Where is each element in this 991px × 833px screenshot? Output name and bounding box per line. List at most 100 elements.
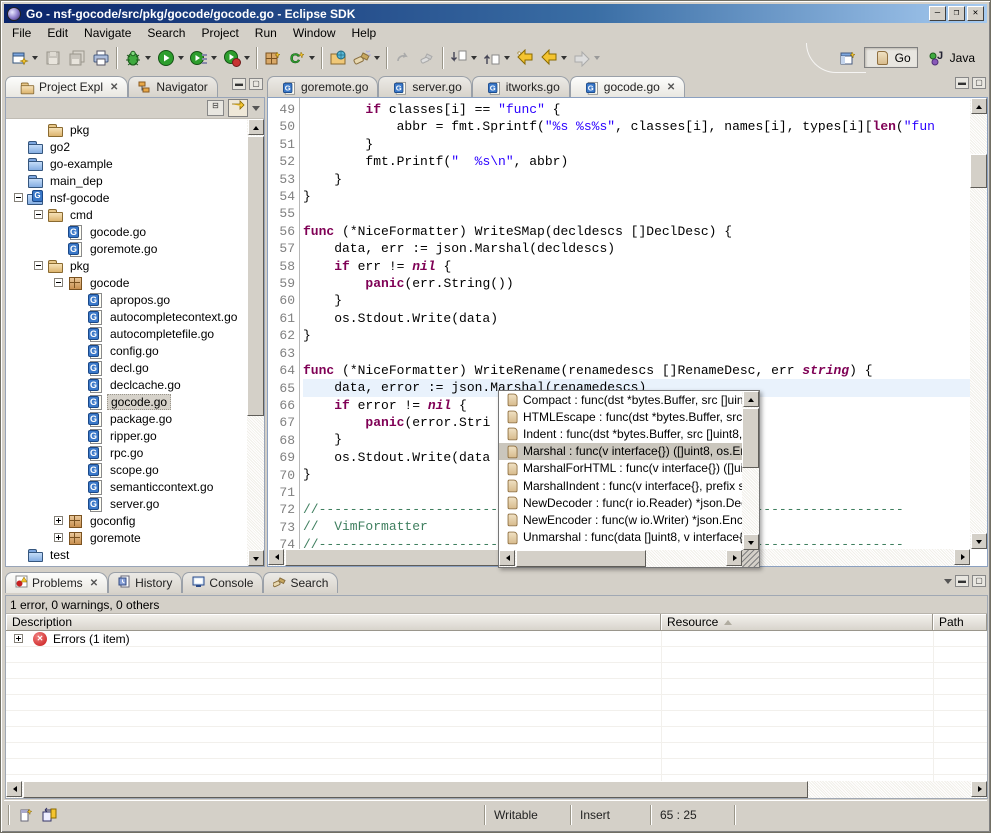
open-resource-button[interactable] (326, 46, 350, 70)
menu-window[interactable]: Window (285, 24, 344, 42)
editor-tab-gocode-go[interactable]: gocode.go✕ (570, 76, 685, 97)
problems-view-menu[interactable] (944, 579, 952, 584)
title-bar[interactable]: Go - nsf-gocode/src/pkg/gocode/gocode.go… (4, 4, 987, 23)
completion-item[interactable]: Unmarshal : func(data []uint8, v interfa… (499, 529, 742, 546)
collapse-icon[interactable] (54, 278, 63, 287)
problems-row-errors[interactable]: Errors (1 item) (6, 631, 987, 647)
scroll-right-arrow[interactable] (954, 549, 970, 565)
go-perspective-button[interactable]: Go (864, 47, 918, 68)
scroll-down-arrow[interactable] (971, 533, 987, 549)
scroll-left-arrow[interactable] (268, 549, 284, 565)
tree-item-test[interactable]: test (6, 546, 247, 563)
save-button[interactable] (41, 46, 65, 70)
expand-icon[interactable] (14, 634, 23, 643)
editor-tab-goremote-go[interactable]: goremote.go (267, 76, 378, 97)
search-dropdown[interactable] (374, 56, 380, 60)
scroll-thumb[interactable] (516, 550, 646, 567)
tab-problems[interactable]: Problems✕ (5, 572, 108, 593)
explorer-minimize-button[interactable]: ▬ (232, 78, 246, 90)
tree-item-decl-go[interactable]: decl.go (6, 359, 247, 376)
editor-tab-itworks-go[interactable]: itworks.go (472, 76, 570, 97)
run-button[interactable] (154, 46, 187, 70)
search-button[interactable] (350, 46, 383, 70)
expand-icon[interactable] (54, 516, 63, 525)
popup-vscroll[interactable] (742, 391, 759, 550)
link-with-editor-button[interactable] (228, 99, 248, 117)
scroll-thumb[interactable] (23, 781, 808, 798)
tree-item-goremote[interactable]: goremote (6, 529, 247, 546)
debug-button[interactable] (121, 46, 154, 70)
profile-dropdown[interactable] (244, 56, 250, 60)
popup-resize-grip[interactable] (742, 550, 759, 567)
tree-item-autocompletefile-go[interactable]: autocompletefile.go (6, 325, 247, 342)
scroll-down-arrow[interactable] (743, 534, 759, 550)
menu-run[interactable]: Run (247, 24, 285, 42)
next-annotation-button[interactable] (447, 46, 480, 70)
tree-item-scope-go[interactable]: scope.go (6, 461, 247, 478)
forward-dropdown[interactable] (594, 56, 600, 60)
editor-tab-server-go[interactable]: server.go (378, 76, 471, 97)
undo-button[interactable] (391, 46, 415, 70)
completion-item[interactable]: HTMLEscape : func(dst *bytes.Buffer, src… (499, 408, 742, 425)
forward-button[interactable] (570, 46, 603, 70)
previous-annotation-button[interactable] (480, 46, 513, 70)
menu-search[interactable]: Search (139, 24, 193, 42)
tab-history[interactable]: History (108, 572, 182, 593)
save-all-button[interactable] (65, 46, 89, 70)
tree-item-server-go[interactable]: server.go (6, 495, 247, 512)
fast-view-icon[interactable] (17, 806, 35, 824)
explorer-vscroll[interactable] (247, 119, 264, 566)
tab-close-icon[interactable]: ✕ (90, 578, 98, 589)
tree-item-gocode[interactable]: gocode (6, 274, 247, 291)
tree-item-gocode-go[interactable]: gocode.go (6, 393, 247, 410)
tree-item-cmd[interactable]: cmd (6, 206, 247, 223)
new-class-dropdown[interactable] (309, 56, 315, 60)
tab-console[interactable]: Console (182, 572, 263, 593)
tab-project-explorer[interactable]: Project Expl ✕ (5, 76, 128, 97)
editor-maximize-button[interactable]: ▢ (972, 77, 986, 89)
tree-item-nsf-gocode[interactable]: nsf-gocode (6, 189, 247, 206)
completion-item[interactable]: Marshal : func(v interface{}) ([]uint8, … (499, 443, 742, 460)
tree-item-main-dep[interactable]: main_dep (6, 172, 247, 189)
editor-minimize-button[interactable]: ▬ (955, 77, 969, 89)
scroll-up-arrow[interactable] (743, 391, 759, 407)
tree-item-go2[interactable]: go2 (6, 138, 247, 155)
back-button[interactable] (537, 46, 570, 70)
menu-navigate[interactable]: Navigate (76, 24, 139, 42)
run-dropdown[interactable] (178, 56, 184, 60)
new-wizard-dropdown[interactable] (32, 56, 38, 60)
collapse-icon[interactable] (34, 261, 43, 270)
completion-item[interactable]: Indent : func(dst *bytes.Buffer, src []u… (499, 425, 742, 442)
previous-annotation-dropdown[interactable] (504, 56, 510, 60)
scroll-thumb[interactable] (970, 154, 987, 188)
new-wizard-button[interactable] (8, 46, 41, 70)
menu-project[interactable]: Project (193, 24, 246, 42)
profile-button[interactable] (220, 46, 253, 70)
scroll-down-arrow[interactable] (248, 550, 264, 566)
column-path[interactable]: Path (933, 614, 987, 630)
maximize-button[interactable]: ❒ (948, 6, 965, 21)
scroll-right-arrow[interactable] (971, 781, 987, 797)
tree-item-rpc-go[interactable]: rpc.go (6, 444, 247, 461)
tree-item-pkg[interactable]: pkg (6, 257, 247, 274)
back-dropdown[interactable] (561, 56, 567, 60)
debug-dropdown[interactable] (145, 56, 151, 60)
popup-hscroll[interactable] (499, 550, 742, 567)
last-edit-location-button[interactable] (513, 46, 537, 70)
explorer-view-menu[interactable] (252, 106, 260, 111)
new-package-button[interactable] (261, 46, 285, 70)
menu-help[interactable]: Help (344, 24, 385, 42)
completion-item[interactable]: MarshalIndent : func(v interface{}, pref… (499, 477, 742, 494)
close-button[interactable]: ✕ (967, 6, 984, 21)
scroll-thumb[interactable] (742, 408, 759, 468)
collapse-icon[interactable] (14, 193, 23, 202)
java-perspective-button[interactable]: J Java (922, 47, 981, 69)
completion-item[interactable]: Compact : func(dst *bytes.Buffer, src []… (499, 391, 742, 408)
explorer-maximize-button[interactable]: ▢ (249, 78, 263, 90)
collapse-all-button[interactable]: ⊟ (207, 100, 224, 116)
tab-search[interactable]: Search (263, 572, 338, 593)
problems-hscroll[interactable] (6, 781, 987, 798)
tree-item-pkg[interactable]: pkg (6, 121, 247, 138)
tree-item-gocode-go[interactable]: gocode.go (6, 223, 247, 240)
new-class-button[interactable]: C (285, 46, 318, 70)
